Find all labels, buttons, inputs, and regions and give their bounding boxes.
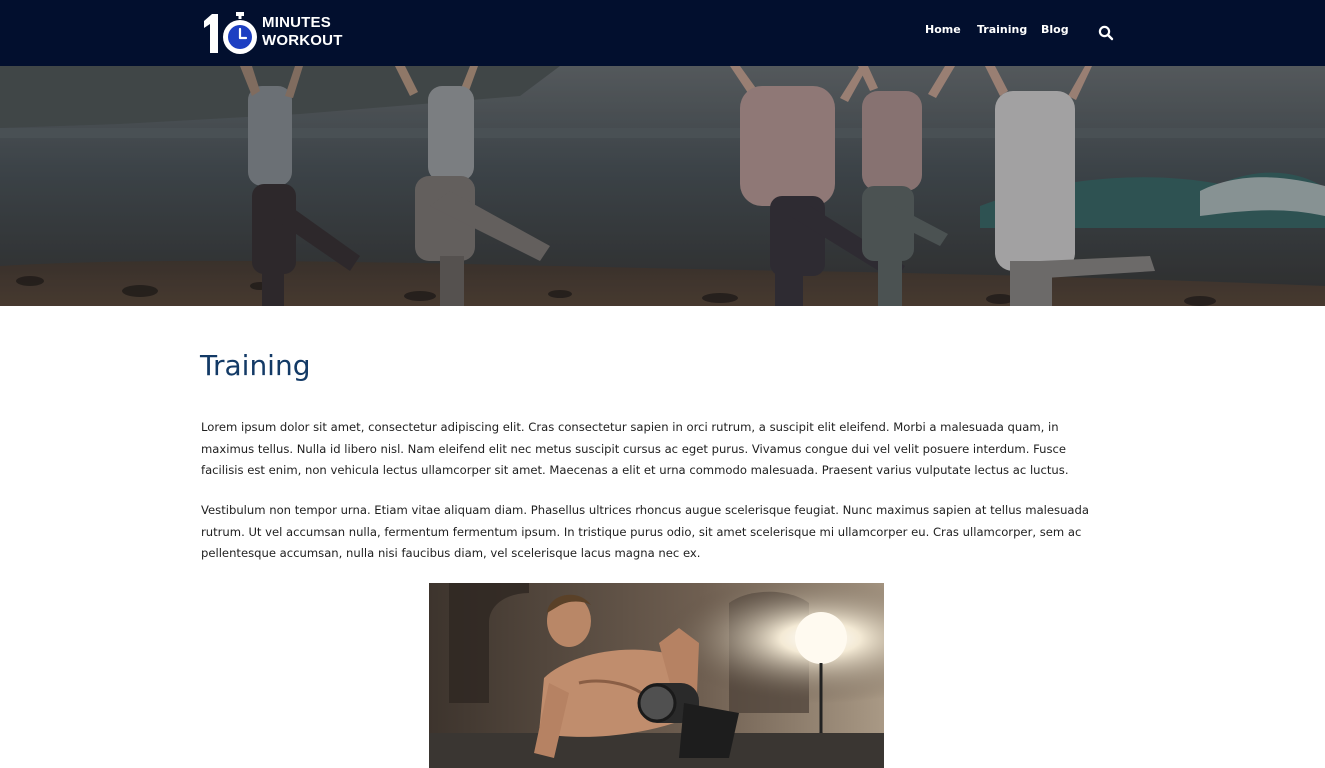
site-header: MINUTES WORKOUT Home Training Blog (0, 0, 1325, 66)
nav-link-blog[interactable]: Blog (1041, 23, 1069, 43)
hero-banner-image (0, 66, 1325, 306)
body-paragraph-2: Vestibulum non tempor urna. Etiam vitae … (201, 503, 1089, 560)
stopwatch-logo-icon (204, 12, 257, 54)
search-icon[interactable] (1098, 25, 1114, 41)
nav-link-training[interactable]: Training (977, 23, 1027, 43)
man-dumbbell-row-illustration (429, 583, 884, 768)
logo-line-1: MINUTES (262, 14, 331, 31)
logo-wordmark: MINUTES WORKOUT (262, 14, 352, 50)
body-paragraph-1: Lorem ipsum dolor sit amet, consectetur … (201, 420, 1069, 477)
page-title: Training (200, 349, 311, 382)
site-logo[interactable]: MINUTES WORKOUT (201, 11, 351, 57)
yoga-beach-illustration (0, 66, 1325, 306)
training-photo (429, 583, 884, 768)
logo-line-2: WORKOUT (262, 32, 343, 49)
nav-link-home[interactable]: Home (925, 23, 961, 43)
